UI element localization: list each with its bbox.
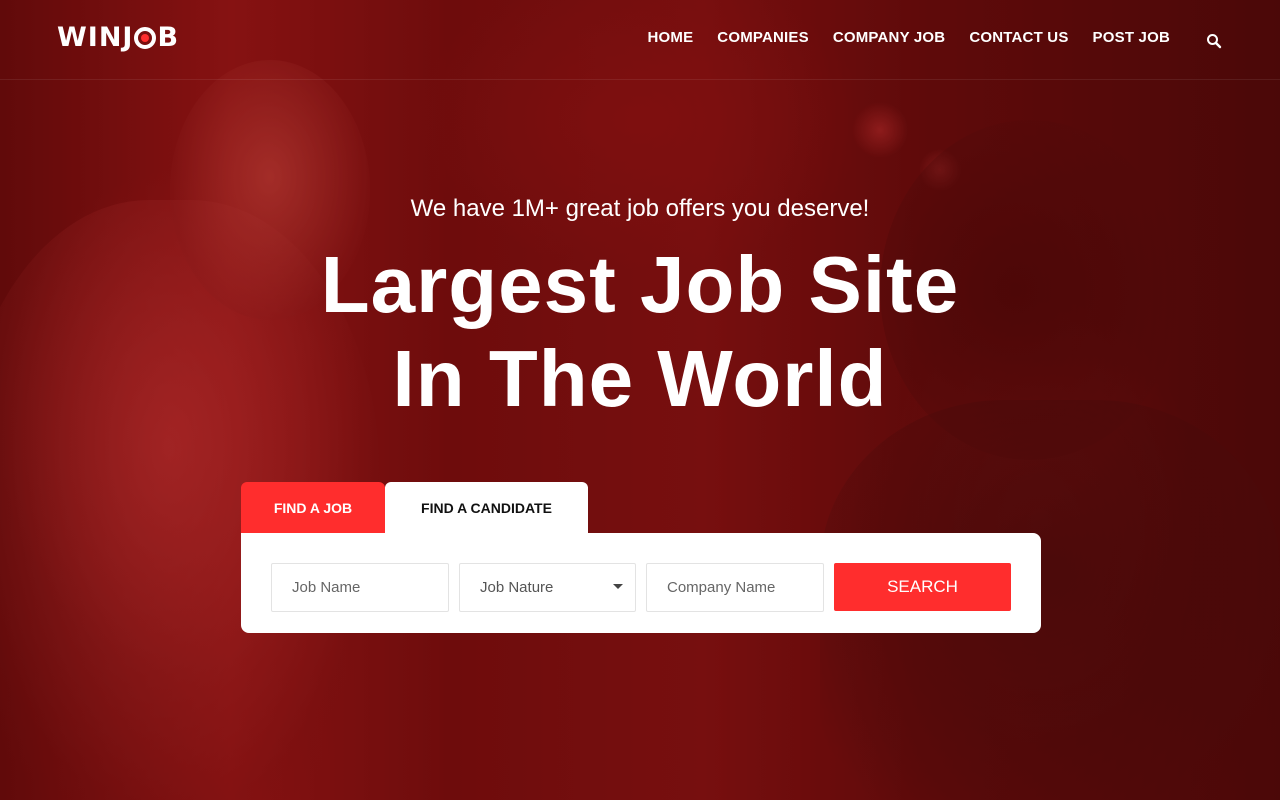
nav-company-job[interactable]: COMPANY JOB [833,29,946,46]
hero-tagline: We have 1M+ great job offers you deserve… [410,195,870,222]
chevron-down-icon [613,584,623,589]
main-nav: HOME COMPANIES COMPANY JOB CONTACT US PO… [647,29,1170,46]
nav-post-job[interactable]: POST JOB [1093,29,1170,46]
nav-home[interactable]: HOME [647,29,693,46]
search-icon[interactable] [1206,33,1222,49]
job-search-form: Job Nature SEARCH [241,533,1041,633]
logo-text-suffix: B [157,22,180,53]
nav-companies[interactable]: COMPANIES [717,29,809,46]
logo-target-icon [134,26,157,49]
job-nature-selected: Job Nature [480,579,554,596]
site-header: WINJ B HOME COMPANIES COMPANY JOB CONTAC… [0,0,1280,80]
tab-find-a-job[interactable]: FIND A JOB [241,482,385,533]
search-tabs: FIND A JOB FIND A CANDIDATE [241,482,588,533]
logo-text-prefix: WINJ [57,22,134,53]
tab-find-a-candidate[interactable]: FIND A CANDIDATE [385,482,588,533]
job-nature-select[interactable]: Job Nature [459,563,636,612]
site-logo[interactable]: WINJ B [57,22,179,53]
nav-contact-us[interactable]: CONTACT US [969,29,1068,46]
company-name-input[interactable] [646,563,824,612]
hero-headline-line1: Largest Job Site [320,240,960,329]
search-button[interactable]: SEARCH [834,563,1011,611]
hero-headline-line2: In The World [392,334,888,423]
hero-headline: Largest Job Site In The World [0,238,1280,426]
job-name-input[interactable] [271,563,449,612]
